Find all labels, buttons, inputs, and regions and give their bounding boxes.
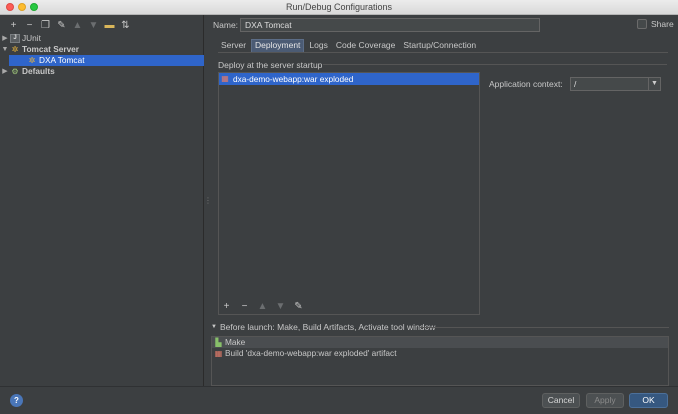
application-context-label: Application context: [489, 79, 563, 89]
deploy-section-title: Deploy at the server startup [218, 60, 323, 70]
artifact-icon: ▦ [214, 349, 223, 358]
collapse-arrow-icon[interactable]: ▼ [0, 44, 10, 55]
before-launch-list[interactable]: ▙ Make ▦ Build 'dxa-demo-webapp:war expl… [211, 336, 669, 386]
tree-item-junit[interactable]: ▶ J JUnit [0, 33, 204, 44]
tree-item-dxa-tomcat[interactable]: ✲ DXA Tomcat [9, 55, 204, 66]
window-title: Run/Debug Configurations [285, 2, 393, 12]
share-option[interactable]: Share [637, 19, 674, 29]
tree-item-label: JUnit [22, 33, 41, 43]
tree-item-defaults[interactable]: ▶ ⚙ Defaults [0, 66, 204, 77]
collapse-arrow-icon[interactable]: ▼ [211, 324, 217, 330]
copy-icon[interactable]: ❐ [40, 20, 51, 31]
configuration-editor: Name: DXA Tomcat Share Server Deployment… [208, 15, 678, 386]
share-label: Share [651, 19, 674, 29]
minus-icon[interactable]: − [24, 20, 35, 31]
defaults-icon: ⚙ [11, 67, 19, 76]
tree-item-label: Tomcat Server [22, 44, 80, 54]
artifact-label: dxa-demo-webapp:war exploded [233, 74, 354, 84]
chevron-down-icon[interactable]: ▼ [648, 78, 660, 90]
name-label: Name: [213, 20, 239, 30]
tree-item-label: Defaults [22, 66, 55, 76]
deployment-list[interactable]: ▦ dxa-demo-webapp:war exploded + − ▲ ▼ ✎ [218, 72, 480, 315]
folder-icon[interactable]: ▬ [104, 20, 115, 31]
artifact-icon: ▦ [221, 74, 229, 83]
before-launch-item-label: Make [225, 337, 246, 347]
tab-divider [218, 52, 668, 53]
expand-arrow-icon[interactable]: ▶ [0, 33, 10, 44]
help-button[interactable]: ? [10, 394, 23, 407]
tomcat-icon: ✲ [11, 45, 19, 54]
application-context-select[interactable]: / ▼ [570, 77, 661, 91]
before-launch-title: Before launch: Make, Build Artifacts, Ac… [219, 322, 436, 332]
configurations-panel: + − ❐ ✎ ▲ ▼ ▬ ⇅ ▶ J JUnit ▼ ✲ Tomcat Ser… [0, 15, 204, 386]
list-item[interactable]: ▦ dxa-demo-webapp:war exploded [219, 73, 479, 85]
section-divider [323, 64, 667, 65]
before-launch-header[interactable]: ▼ Before launch: Make, Build Artifacts, … [211, 322, 435, 332]
config-tabs: Server Deployment Logs Code Coverage Sta… [218, 39, 479, 52]
make-icon: ▙ [215, 338, 222, 347]
plus-icon[interactable]: + [8, 20, 19, 31]
tree-item-tomcat-server[interactable]: ▼ ✲ Tomcat Server [0, 44, 204, 55]
down-arrow-icon[interactable]: ▼ [275, 301, 286, 312]
cancel-button[interactable]: Cancel [542, 393, 580, 408]
list-item[interactable]: ▦ Build 'dxa-demo-webapp:war exploded' a… [212, 348, 668, 359]
application-context-value: / [574, 79, 577, 89]
tab-deployment[interactable]: Deployment [251, 39, 305, 52]
up-arrow-icon[interactable]: ▲ [257, 301, 268, 312]
deployment-list-toolbar: + − ▲ ▼ ✎ [221, 301, 304, 312]
up-arrow-icon[interactable]: ▲ [72, 20, 83, 31]
edit-icon[interactable]: ✎ [293, 301, 304, 312]
tab-server[interactable]: Server [218, 39, 249, 52]
junit-icon: J [10, 34, 20, 43]
tab-logs[interactable]: Logs [306, 39, 330, 52]
run-debug-configurations-window: Run/Debug Configurations + − ❐ ✎ ▲ ▼ ▬ ⇅… [0, 0, 678, 414]
tab-startup-connection[interactable]: Startup/Connection [400, 39, 479, 52]
configurations-tree: ▶ J JUnit ▼ ✲ Tomcat Server ✲ DXA Tomcat… [0, 33, 204, 77]
down-arrow-icon[interactable]: ▼ [88, 20, 99, 31]
plus-icon[interactable]: + [221, 301, 232, 312]
ok-button[interactable]: OK [629, 393, 668, 408]
name-input[interactable]: DXA Tomcat [240, 18, 540, 32]
tomcat-icon: ✲ [28, 56, 36, 65]
before-launch-item-label: Build 'dxa-demo-webapp:war exploded' art… [225, 348, 397, 358]
minus-icon[interactable]: − [239, 301, 250, 312]
configurations-toolbar: + − ❐ ✎ ▲ ▼ ▬ ⇅ [8, 20, 131, 31]
list-item[interactable]: ▙ Make [212, 337, 668, 348]
dialog-button-bar: ? Cancel Apply OK [0, 386, 678, 414]
tab-code-coverage[interactable]: Code Coverage [333, 39, 399, 52]
expand-arrow-icon[interactable]: ▶ [0, 66, 10, 77]
apply-button[interactable]: Apply [586, 393, 624, 408]
wrench-icon[interactable]: ✎ [56, 20, 67, 31]
title-bar: Run/Debug Configurations [0, 0, 678, 15]
share-checkbox[interactable] [637, 19, 647, 29]
section-divider [420, 327, 669, 328]
tree-item-label: DXA Tomcat [39, 55, 85, 65]
sort-icon[interactable]: ⇅ [120, 20, 131, 31]
